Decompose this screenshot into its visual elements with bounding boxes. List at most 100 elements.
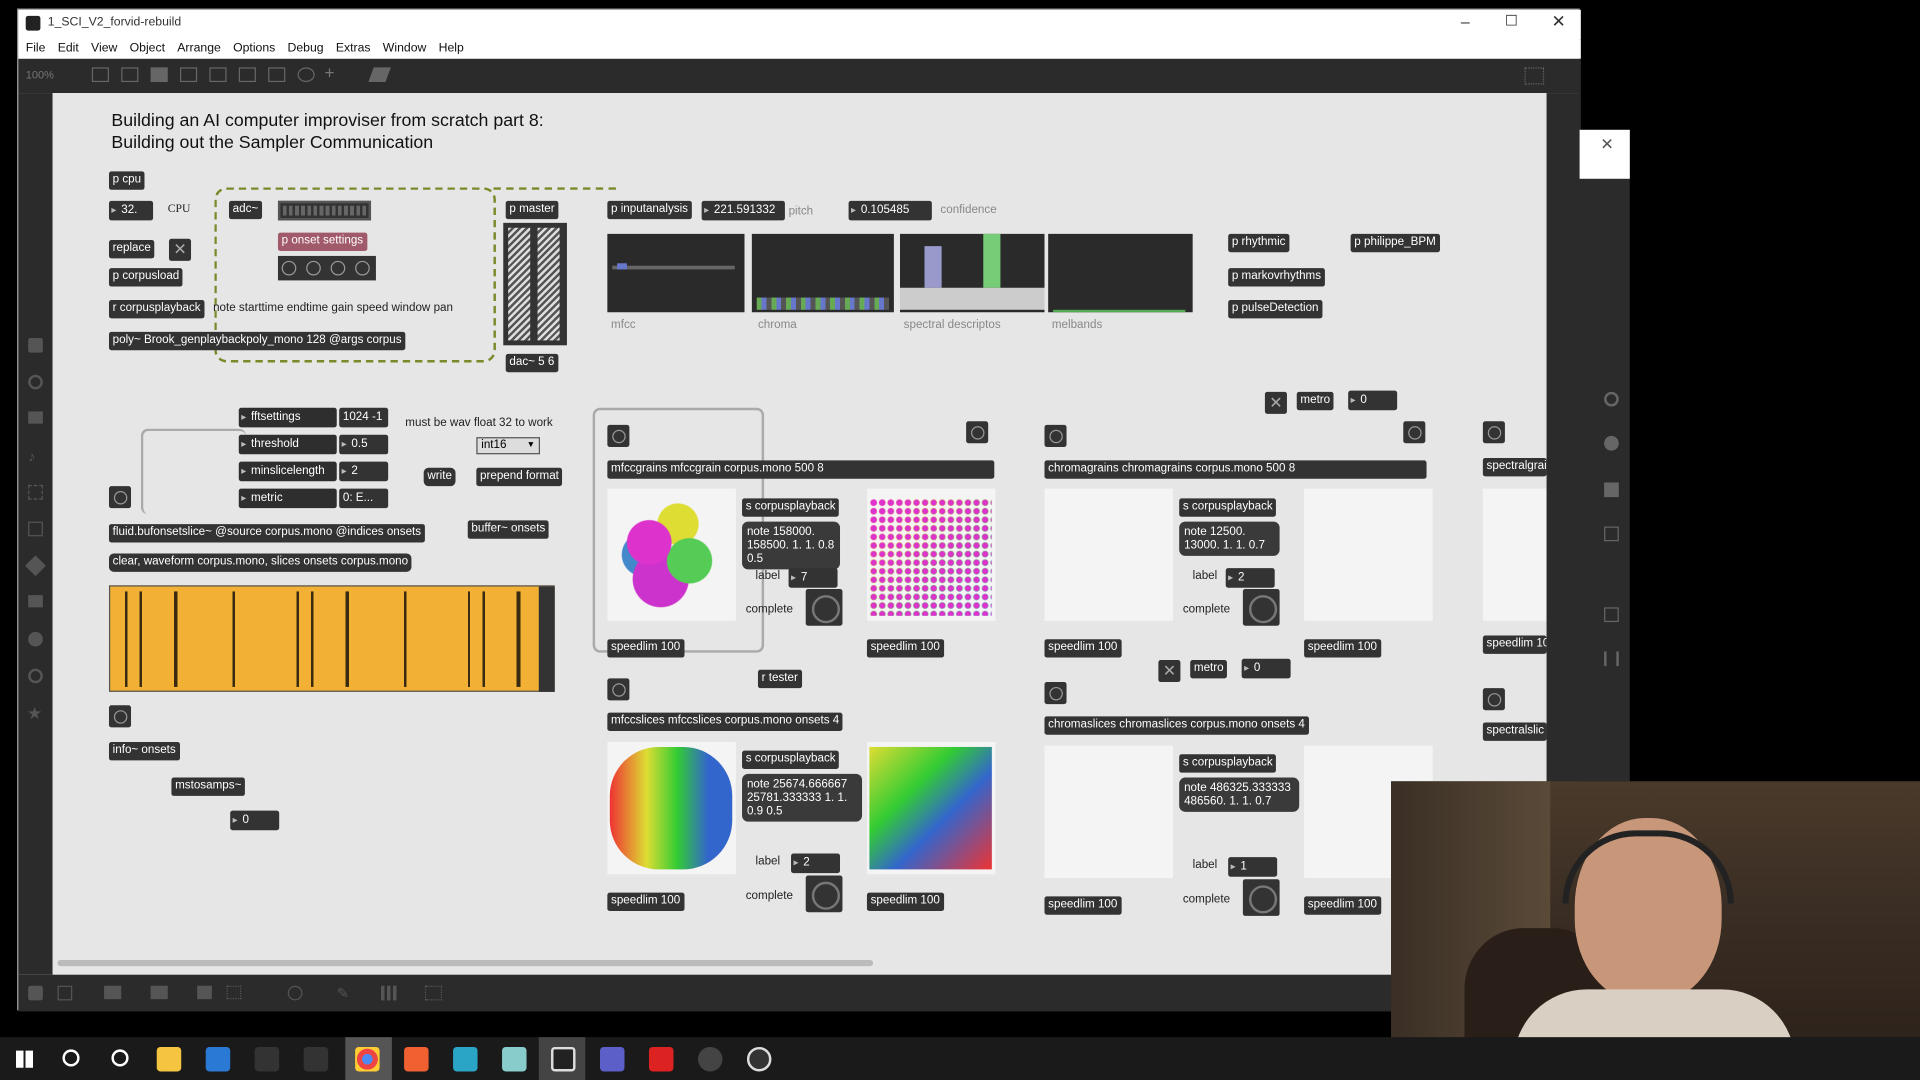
write-message[interactable]: write <box>423 467 456 487</box>
note-message[interactable]: note 12500. 13000. 1. 1. 0.7 <box>1179 521 1280 556</box>
chromaslices-plot[interactable] <box>1044 745 1174 878</box>
s-corpusplayback-object[interactable]: s corpusplayback <box>1179 754 1277 773</box>
menu-debug[interactable]: Debug <box>288 39 324 59</box>
metro-number[interactable]: 0 <box>1348 390 1398 411</box>
r-corpusplayback-object[interactable]: r corpusplayback <box>108 300 205 319</box>
spectralgrains-object[interactable]: spectralgrai <box>1482 457 1547 477</box>
speedlim-object[interactable]: speedlim 100 <box>1304 639 1381 658</box>
object-icon[interactable] <box>28 337 43 353</box>
bang-button[interactable] <box>1403 421 1426 444</box>
minslicelength-value[interactable]: 2 <box>339 461 389 482</box>
tag-icon[interactable] <box>25 555 46 577</box>
music-icon[interactable]: ♪ <box>28 448 35 465</box>
bang-button[interactable] <box>1044 424 1067 447</box>
label-number[interactable]: 2 <box>1225 568 1275 588</box>
star-icon[interactable]: ★ <box>27 703 42 724</box>
chromagrains-grid-plot[interactable] <box>1304 488 1433 621</box>
label-number[interactable]: 2 <box>791 853 841 874</box>
book-icon[interactable] <box>1604 482 1619 498</box>
info-icon[interactable] <box>28 631 43 647</box>
wrench-icon[interactable]: ✎ <box>337 984 349 1001</box>
menu-edit[interactable]: Edit <box>58 39 79 59</box>
bang-icon[interactable] <box>306 260 321 276</box>
mixer-icon[interactable] <box>197 985 212 1000</box>
meter-icon[interactable] <box>380 985 398 1001</box>
speedlim-object[interactable]: speedlim 100 <box>866 639 944 658</box>
menu-object[interactable]: Object <box>130 39 165 59</box>
replace-message[interactable]: replace <box>108 240 155 259</box>
camera-icon[interactable] <box>1604 607 1619 623</box>
spectralslices-object[interactable]: spectralslic <box>1482 722 1547 741</box>
bang-button[interactable] <box>607 678 630 701</box>
slider-icon[interactable] <box>28 484 43 500</box>
p-onset-settings-object[interactable]: p onset settings <box>277 232 367 252</box>
p-master-object[interactable]: p master <box>505 200 559 220</box>
grid-snap-icon[interactable] <box>226 985 242 1000</box>
mstosamps-object[interactable]: mstosamps~ <box>171 777 246 796</box>
metro-object[interactable]: metro <box>1190 660 1228 679</box>
bang-button[interactable] <box>966 421 989 444</box>
start-icon[interactable] <box>15 1050 34 1068</box>
bang-icon[interactable] <box>355 260 370 276</box>
speedlim-object[interactable]: speedlim 100 <box>1482 635 1547 654</box>
metro-toggle[interactable]: ✕ <box>1264 391 1287 414</box>
bang-button[interactable] <box>1482 421 1505 444</box>
complete-bang[interactable] <box>1242 879 1280 916</box>
speedlim-object[interactable]: speedlim 100 <box>866 892 944 912</box>
comment-icon[interactable] <box>150 67 168 83</box>
bang-button[interactable] <box>1482 688 1505 711</box>
obs-icon[interactable] <box>746 1046 772 1072</box>
speedlim-object[interactable]: speedlim 100 <box>1044 639 1122 658</box>
zoom-level[interactable]: 100% <box>26 69 54 81</box>
output-number[interactable]: 0 <box>230 810 280 831</box>
metro-toggle[interactable]: ✕ <box>1158 660 1181 683</box>
mfccgrains-plot[interactable] <box>607 488 736 621</box>
finale-icon[interactable] <box>453 1046 478 1072</box>
speedlim-object[interactable]: speedlim 100 <box>607 639 684 658</box>
teams-icon[interactable] <box>600 1046 625 1072</box>
paint-icon[interactable] <box>368 67 391 83</box>
chrome-icon[interactable] <box>355 1046 380 1072</box>
gain-sliders[interactable] <box>503 222 567 346</box>
fftsettings-value[interactable]: 1024 -1 <box>339 407 389 428</box>
metric-menu[interactable]: 0: E... <box>339 488 389 509</box>
comment-mode-icon[interactable] <box>104 985 122 1000</box>
s-corpusplayback-object[interactable]: s corpusplayback <box>742 498 840 517</box>
waveform-display[interactable] <box>108 585 555 692</box>
bang-icon[interactable] <box>28 374 43 390</box>
menu-help[interactable]: Help <box>439 39 464 59</box>
buffer-onsets-object[interactable]: buffer~ onsets <box>467 520 549 539</box>
mfccslices-object[interactable]: mfccslices mfccslices corpus.mono onsets… <box>607 712 843 732</box>
bang-icon[interactable] <box>330 260 346 276</box>
bang-button[interactable] <box>108 705 132 728</box>
image-icon[interactable] <box>28 521 43 537</box>
metro-number[interactable]: 0 <box>1241 658 1291 679</box>
p-philippe-object[interactable]: p philippe_BPM <box>1350 233 1440 253</box>
s-corpusplayback-object[interactable]: s corpusplayback <box>742 750 840 769</box>
metro-object[interactable]: metro <box>1296 391 1334 411</box>
mfccgrains-object[interactable]: mfccgrains mfccgrain corpus.mono 500 8 <box>607 460 995 479</box>
r-tester-object[interactable]: r tester <box>757 669 802 689</box>
cpu-number[interactable]: 32. <box>108 200 154 221</box>
presentation-mode-icon[interactable] <box>57 985 73 1001</box>
list-icon[interactable] <box>1604 526 1619 542</box>
poly-object[interactable]: poly~ Brook_genplaybackpoly_mono 128 @ar… <box>108 331 406 351</box>
jitter-icon[interactable] <box>28 595 43 608</box>
mail-icon[interactable] <box>205 1046 231 1072</box>
p-cpu-object[interactable]: p cpu <box>108 171 145 190</box>
layers-icon[interactable] <box>150 985 168 1000</box>
confidence-number[interactable]: 0.105485 <box>848 200 932 221</box>
threshold-value[interactable]: 0.5 <box>339 434 389 455</box>
menu-window[interactable]: Window <box>383 39 427 59</box>
menu-arrange[interactable]: Arrange <box>177 39 221 59</box>
close-patch-icon[interactable] <box>180 67 198 83</box>
close-icon[interactable]: ✕ <box>1551 11 1565 32</box>
chromagrains-plot[interactable] <box>1044 488 1174 621</box>
p-pulsedetection-object[interactable]: p pulseDetection <box>1228 300 1323 319</box>
keypad-icon[interactable] <box>424 985 443 1001</box>
clear-message[interactable]: clear, waveform corpus.mono, slices onse… <box>108 553 412 572</box>
chromagrains-object[interactable]: chromagrains chromagrains corpus.mono 50… <box>1044 460 1427 479</box>
debug-icon[interactable] <box>287 985 303 1001</box>
note-message[interactable]: note 25674.666667 25781.333333 1. 1. 0.9… <box>742 773 863 822</box>
message-icon[interactable] <box>28 411 43 424</box>
